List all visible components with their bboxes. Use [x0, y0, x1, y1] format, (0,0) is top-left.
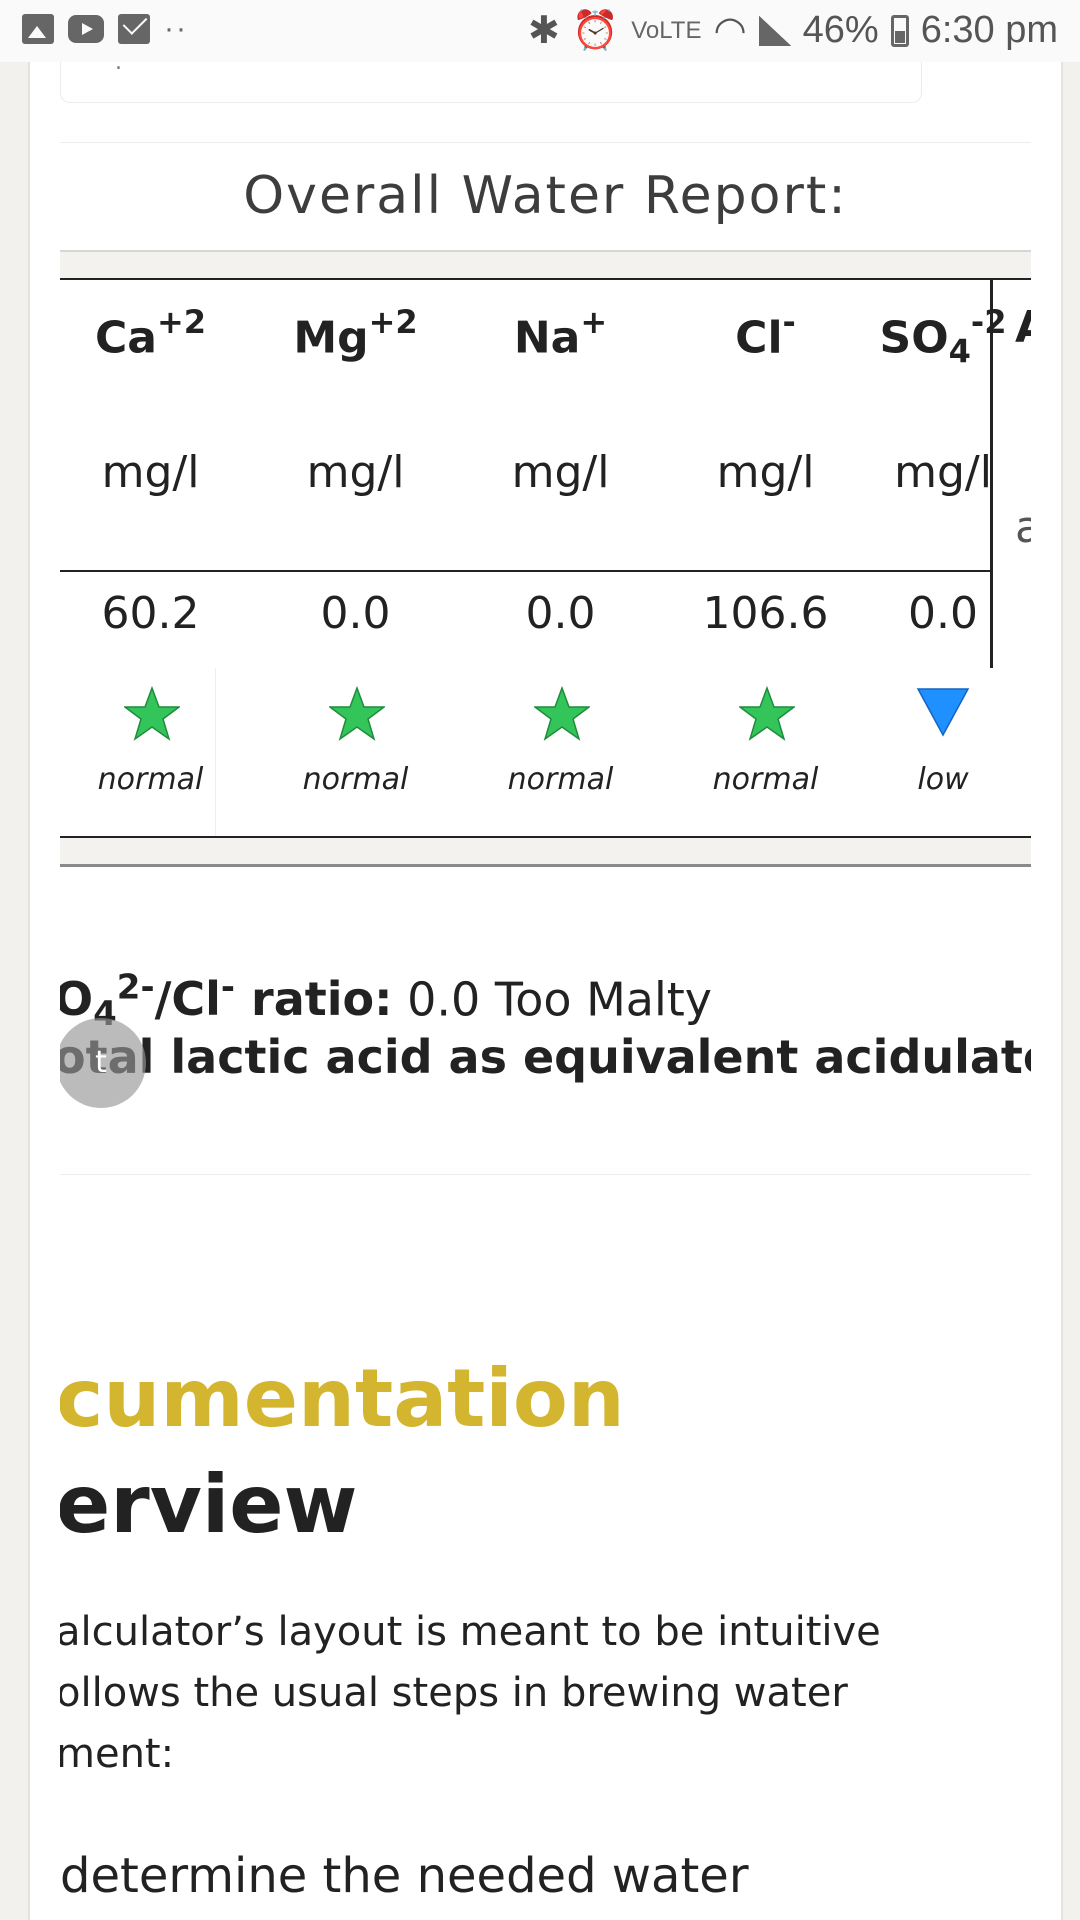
- ion-status: normal: [712, 762, 819, 797]
- overview-paragraph: alculator’s layout is meant to be intuit…: [60, 1609, 881, 1777]
- ion-unit: mg/l: [101, 447, 200, 498]
- ion-unit: mg/l: [894, 447, 992, 498]
- ion-header: Ca+2: [94, 303, 207, 364]
- page-content: . Overall Water Report: Ca+2 mg/l 60.2 n…: [28, 62, 1063, 1920]
- star-icon: [532, 685, 592, 744]
- ion-header: Mg+2: [293, 303, 418, 364]
- volte-icon: VoLTE: [631, 16, 702, 44]
- star-icon: [327, 685, 387, 744]
- ion-header: SO4-2: [879, 303, 1007, 371]
- table-top-band: [60, 250, 1031, 280]
- ion-header: Cl-: [735, 303, 796, 364]
- ion-status: normal: [507, 762, 614, 797]
- table-vertical-rule: [990, 280, 993, 668]
- wifi-icon: ◠: [713, 10, 747, 52]
- battery-icon: [890, 14, 909, 47]
- cut-off-column-header: A: [1015, 302, 1031, 353]
- image-notification-icon: [22, 14, 54, 44]
- youtube-notification-icon: [68, 15, 104, 43]
- star-icon: [122, 685, 182, 744]
- battery-percent: 46%: [802, 9, 879, 51]
- down-triangle-icon: [916, 686, 970, 744]
- status-bar: ·· ✱ ⏰ VoLTE ◠ 46% 6:30 pm: [0, 0, 1080, 62]
- ion-status: normal: [97, 762, 204, 797]
- more-notifications-icon: ··: [164, 12, 188, 45]
- ion-unit: mg/l: [716, 447, 815, 498]
- ion-value: 0.0: [525, 588, 596, 639]
- overview-heading: erview: [60, 1458, 358, 1551]
- cut-off-column-unit: a: [1015, 502, 1031, 553]
- ion-unit: mg/l: [306, 447, 405, 498]
- so4-cl-ratio: O42-/Cl- ratio: 0.0 Too Malty: [60, 968, 713, 1035]
- divider: [60, 142, 1031, 143]
- documentation-heading: cumentation: [60, 1352, 625, 1445]
- ion-value: 60.2: [101, 588, 200, 639]
- bluetooth-icon: ✱: [528, 10, 560, 52]
- steps-list-item: determine the needed water volumes: [60, 1848, 749, 1904]
- previous-section-box: .: [60, 62, 922, 103]
- ion-header: Na+: [513, 303, 608, 364]
- floating-action-button[interactable]: t: [60, 1018, 146, 1108]
- ion-unit: mg/l: [511, 447, 610, 498]
- ion-value: 106.6: [702, 588, 829, 639]
- report-title: Overall Water Report:: [243, 166, 848, 226]
- ion-value: 0.0: [908, 588, 978, 639]
- signal-icon: [758, 15, 791, 46]
- star-icon: [737, 685, 797, 744]
- column-separator: [215, 668, 216, 836]
- table-bottom-band: [60, 836, 1031, 867]
- mail-notification-icon: [118, 14, 150, 44]
- content-viewport[interactable]: . Overall Water Report: Ca+2 mg/l 60.2 n…: [60, 62, 1031, 1920]
- clock-time: 6:30 pm: [920, 9, 1058, 51]
- ion-status: normal: [302, 762, 409, 797]
- header-rule: [60, 570, 990, 572]
- lactic-acid-label: otal lactic acid as equivalent acidulate…: [60, 1030, 1031, 1084]
- ratio-value: 0.0 Too Malty: [392, 972, 713, 1027]
- previous-section-text: .: [115, 62, 122, 75]
- divider: [60, 1174, 1031, 1175]
- ion-value: 0.0: [320, 588, 391, 639]
- alarm-icon: ⏰: [571, 9, 620, 52]
- ion-status: low: [917, 762, 969, 797]
